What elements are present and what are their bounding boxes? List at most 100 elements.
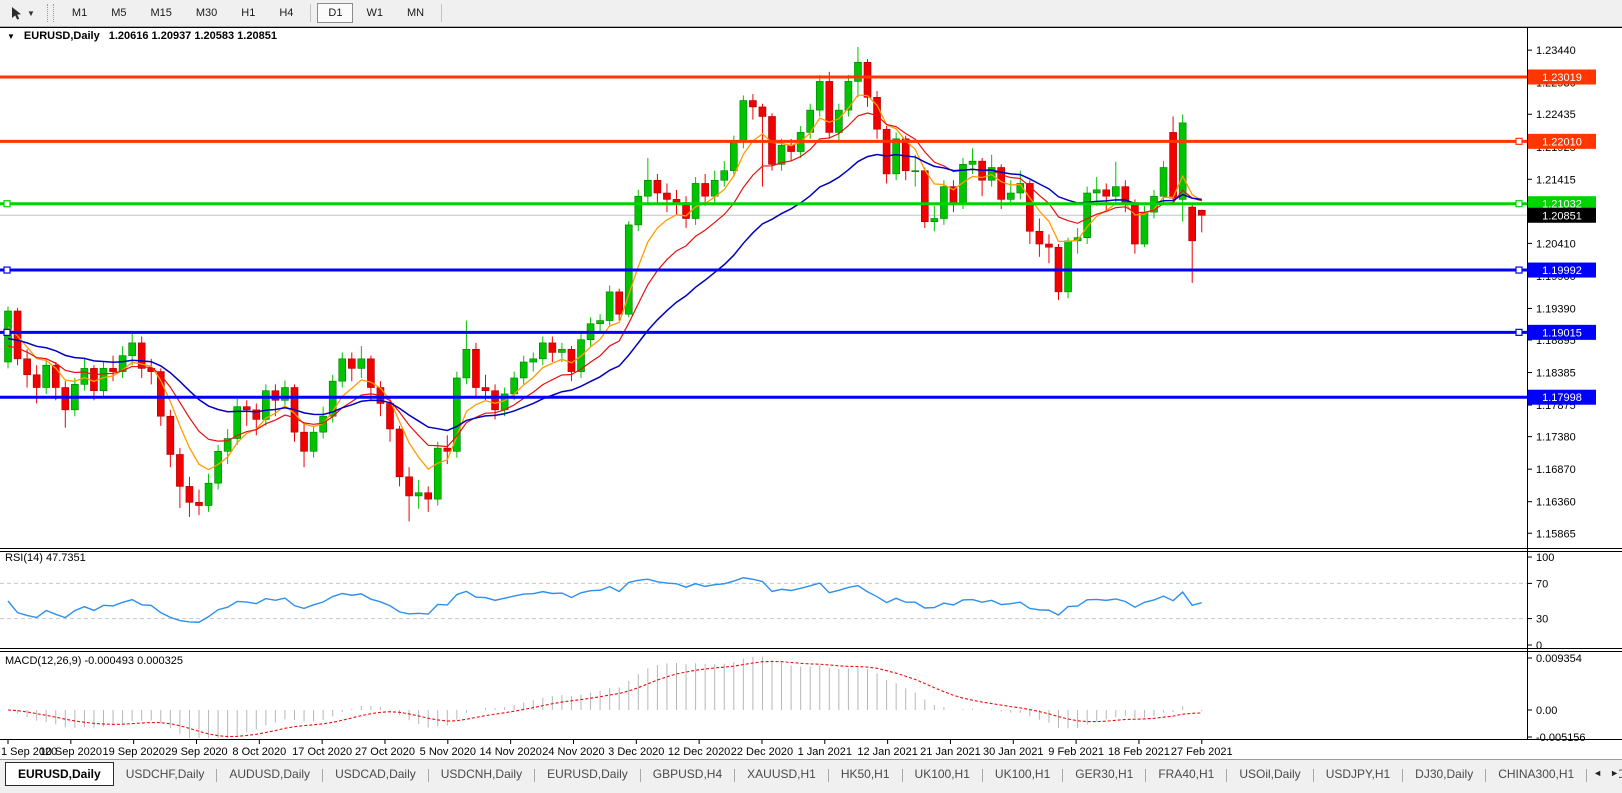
date-tick-label: 27 Feb 2021 — [1171, 746, 1233, 758]
date-tick-label: 9 Feb 2021 — [1048, 746, 1104, 758]
date-tick-label: 22 Dec 2020 — [731, 746, 793, 758]
price-tick-label: 1.21415 — [1536, 174, 1576, 186]
macd-tick-label: 0.009354 — [1536, 653, 1582, 665]
macd-signal-line — [7, 660, 1202, 738]
tab-scroll-arrows: ◄ ► — [1587, 768, 1619, 778]
tool-dropdown-caret[interactable]: ▼ — [27, 9, 35, 18]
pane-frames — [0, 27, 1622, 740]
tab-eurusd-daily[interactable]: EURUSD,Daily — [5, 762, 114, 786]
timeframe-button-m30[interactable]: M30 — [185, 3, 228, 23]
tab-dj30-daily[interactable]: DJ30,Daily — [1403, 762, 1485, 786]
price-tag[interactable]: 1.19015 — [1528, 324, 1596, 340]
price-tick-label: 1.15865 — [1536, 528, 1576, 540]
price-tick-label: 1.16360 — [1536, 497, 1576, 509]
date-tick-label: 30 Jan 2021 — [983, 746, 1044, 758]
price-tick-label: 1.23440 — [1536, 45, 1576, 57]
svg-text:1.19015: 1.19015 — [1542, 327, 1582, 339]
price-tag[interactable]: 1.19992 — [1528, 262, 1596, 278]
price-tag[interactable]: 1.20851 — [1528, 207, 1596, 223]
symbol-period-label: EURUSD,Daily — [23, 30, 100, 42]
rsi-tick-label: 0 — [1536, 640, 1542, 652]
rsi-tick-label: 100 — [1536, 552, 1554, 564]
moving-averages-layer — [7, 94, 1203, 471]
timeframe-button-m15[interactable]: M15 — [139, 3, 182, 23]
macd-tick-label: -0.005156 — [1536, 732, 1586, 744]
svg-text:1.23019: 1.23019 — [1542, 72, 1582, 84]
date-tick-label: 18 Feb 2021 — [1108, 746, 1170, 758]
tab-usoil-daily[interactable]: USOil,Daily — [1227, 762, 1312, 786]
line-handle[interactable] — [3, 328, 11, 336]
date-tick-label: 8 Oct 2020 — [232, 746, 286, 758]
line-handle[interactable] — [3, 266, 11, 274]
timeframe-button-d1[interactable]: D1 — [317, 3, 354, 23]
chart-tabs-bar: EURUSD,Daily USDCHF,Daily AUDUSD,Daily USDC… — [0, 759, 1622, 793]
toolbar-separator — [441, 4, 443, 22]
date-tick-label: 27 Oct 2020 — [355, 746, 415, 758]
date-tick-label: 14 Nov 2020 — [479, 746, 541, 758]
rsi-line — [7, 577, 1202, 623]
macd-tick-label: 0.00 — [1536, 705, 1557, 717]
timeframe-button-m5[interactable]: M5 — [100, 3, 137, 23]
price-tick-label: 1.20410 — [1536, 238, 1576, 250]
date-tick-label: 3 Dec 2020 — [608, 746, 664, 758]
tab-usdjpy-h1[interactable]: USDJPY,H1 — [1314, 762, 1402, 786]
tab-scroll-right-icon[interactable]: ► — [1610, 768, 1619, 778]
tab-hk50-h1[interactable]: HK50,H1 — [829, 762, 902, 786]
price-tick-label: 1.16870 — [1536, 464, 1576, 476]
line-handle[interactable] — [1515, 266, 1523, 274]
price-tag[interactable]: 1.23019 — [1528, 69, 1596, 85]
tab-usdchf-daily[interactable]: USDCHF,Daily — [114, 762, 217, 786]
timeframe-buttons: M1 M5 M15 M30 H1 H4 D1 W1 MN — [60, 3, 447, 23]
timeframe-button-h4[interactable]: H4 — [268, 3, 304, 23]
date-tick-label: 17 Oct 2020 — [292, 746, 352, 758]
line-handle[interactable] — [3, 200, 11, 208]
price-tick-label: 1.19390 — [1536, 303, 1576, 315]
date-tick-label: 12 Jan 2021 — [857, 746, 918, 758]
timeframe-button-h1[interactable]: H1 — [230, 3, 266, 23]
tab-scroll-left-icon[interactable]: ◄ — [1593, 768, 1602, 778]
cursor-tool-icon[interactable] — [6, 4, 26, 22]
date-tick-label: 19 Sep 2020 — [102, 746, 164, 758]
date-tick-label: 29 Sep 2020 — [165, 746, 227, 758]
rsi-tick-label: 70 — [1536, 578, 1548, 590]
price-tick-label: 1.18385 — [1536, 368, 1576, 380]
ohlc-values: 1.20616 1.20937 1.20583 1.20851 — [108, 30, 277, 42]
line-handle[interactable] — [1515, 200, 1523, 208]
tab-eurusd-daily[interactable]: EURUSD,Daily — [535, 762, 640, 786]
svg-text:1.19992: 1.19992 — [1542, 265, 1582, 277]
price-tag[interactable]: 1.17998 — [1528, 389, 1596, 405]
tab-china300-h1[interactable]: CHINA300,H1 — [1486, 762, 1586, 786]
tab-usdcnh-daily[interactable]: USDCNH,Daily — [429, 762, 534, 786]
price-tick-label: 1.17380 — [1536, 432, 1576, 444]
date-tick-label: 10 Sep 2020 — [40, 746, 102, 758]
date-tick-label: 5 Nov 2020 — [420, 746, 476, 758]
date-tick-label: 1 Jan 2021 — [798, 746, 852, 758]
collapse-triangle-icon[interactable]: ▼ — [7, 32, 15, 41]
toolbar-grip[interactable] — [46, 4, 54, 22]
date-tick-label: 21 Jan 2021 — [920, 746, 981, 758]
date-tick-label: 24 Nov 2020 — [542, 746, 604, 758]
tab-audusd-daily[interactable]: AUDUSD,Daily — [217, 762, 322, 786]
tab-uk100-h1[interactable]: UK100,H1 — [903, 762, 982, 786]
candles-layer[interactable] — [4, 46, 1206, 522]
tab-gbpusd-h4[interactable]: GBPUSD,H4 — [641, 762, 734, 786]
hlines-layer — [0, 75, 1527, 399]
date-axis[interactable]: 1 Sep 202010 Sep 2020 19 Sep 2020 29 Sep 2… — [1, 739, 1233, 758]
tab-uk100-h1[interactable]: UK100,H1 — [983, 762, 1062, 786]
tab-xauusd-h1[interactable]: XAUUSD,H1 — [735, 762, 828, 786]
timeframe-button-mn[interactable]: MN — [396, 3, 435, 23]
price-tag[interactable]: 1.22010 — [1528, 133, 1596, 149]
svg-text:1.20851: 1.20851 — [1542, 210, 1582, 222]
tab-ger30-h1[interactable]: GER30,H1 — [1063, 762, 1145, 786]
line-handle[interactable] — [1515, 328, 1523, 336]
svg-text:1.22010: 1.22010 — [1542, 136, 1582, 148]
chart-canvas[interactable]: 1.234401.229301.224351.219251.214151.209… — [0, 0, 1622, 793]
timeframe-button-m1[interactable]: M1 — [61, 3, 98, 23]
tab-usdcad-daily[interactable]: USDCAD,Daily — [323, 762, 428, 786]
tab-fra40-h1[interactable]: FRA40,H1 — [1146, 762, 1226, 786]
ohlc-info-line: ▼ EURUSD,Daily 1.20616 1.20937 1.20583 1… — [7, 30, 277, 42]
timeframe-button-w1[interactable]: W1 — [355, 3, 394, 23]
toolbar-separator — [310, 4, 312, 22]
line-handle[interactable] — [1515, 137, 1523, 145]
svg-text:1.17998: 1.17998 — [1542, 392, 1582, 404]
